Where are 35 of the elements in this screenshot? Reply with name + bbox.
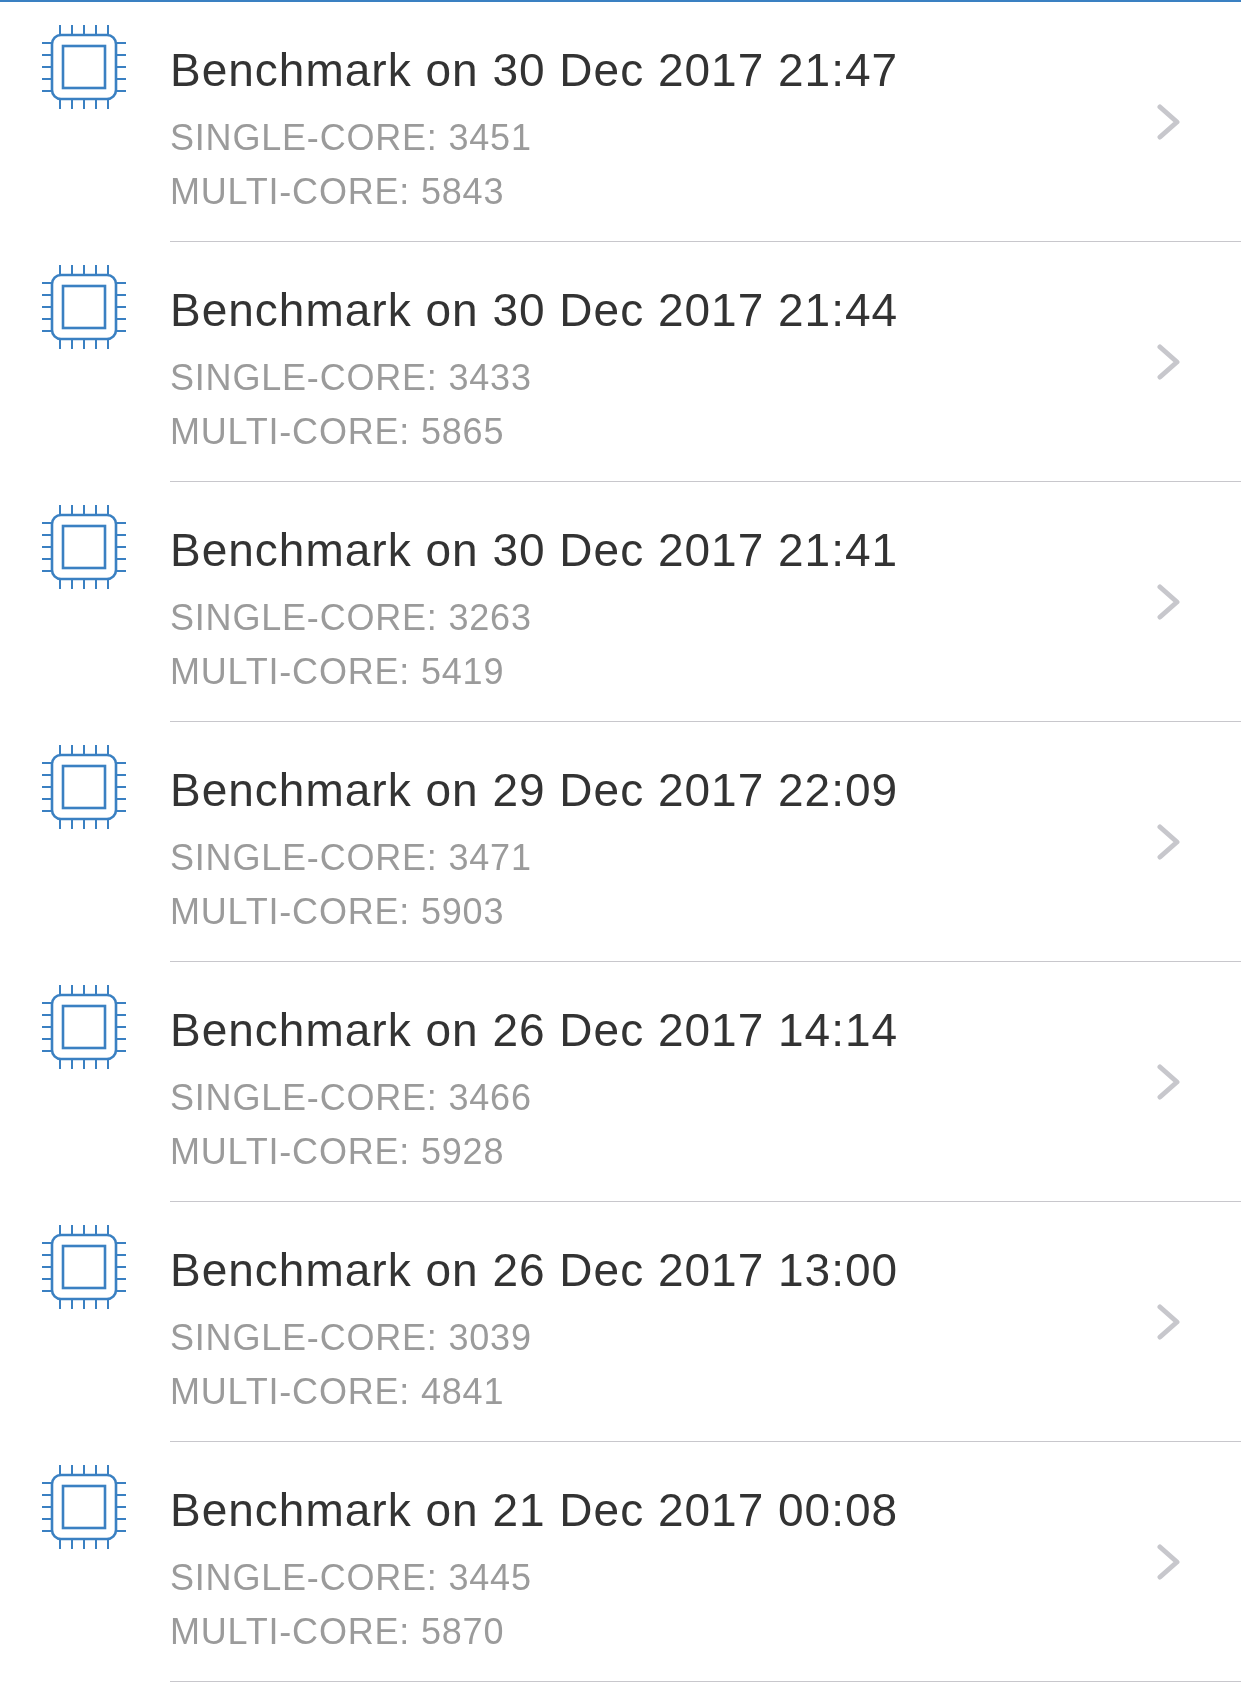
single-core-score: SINGLE-CORE: 3445 (170, 1556, 532, 1600)
chevron-right-icon (1157, 1543, 1181, 1580)
single-core-score: SINGLE-CORE: 3471 (170, 836, 532, 880)
chevron-right-icon (1157, 1303, 1181, 1340)
chevron-right-icon (1157, 823, 1181, 860)
multi-core-score: MULTI-CORE: 5870 (170, 1610, 505, 1654)
single-core-score: SINGLE-CORE: 3433 (170, 356, 532, 400)
single-core-score: SINGLE-CORE: 3263 (170, 596, 532, 640)
cpu-chip-icon (42, 265, 126, 349)
cpu-chip-icon (42, 1225, 126, 1309)
single-core-score: SINGLE-CORE: 3466 (170, 1076, 532, 1120)
benchmark-title: Benchmark on 30 Dec 2017 21:44 (170, 284, 899, 337)
benchmark-title: Benchmark on 29 Dec 2017 22:09 (170, 764, 899, 817)
cpu-chip-icon (42, 1465, 126, 1549)
multi-core-score: MULTI-CORE: 5903 (170, 890, 505, 934)
benchmark-title: Benchmark on 30 Dec 2017 21:47 (170, 44, 899, 97)
cpu-chip-icon (42, 745, 126, 829)
multi-core-score: MULTI-CORE: 5865 (170, 410, 505, 454)
cpu-chip-icon (42, 985, 126, 1069)
multi-core-score: MULTI-CORE: 4841 (170, 1370, 505, 1414)
multi-core-score: MULTI-CORE: 5419 (170, 650, 505, 694)
multi-core-score: MULTI-CORE: 5843 (170, 170, 505, 214)
single-core-score: SINGLE-CORE: 3039 (170, 1316, 532, 1360)
cpu-chip-icon (42, 25, 126, 109)
benchmark-title: Benchmark on 21 Dec 2017 00:08 (170, 1484, 899, 1537)
benchmark-title: Benchmark on 26 Dec 2017 13:00 (170, 1244, 899, 1297)
benchmark-title: Benchmark on 30 Dec 2017 21:41 (170, 524, 899, 577)
chevron-right-icon (1157, 1063, 1181, 1100)
multi-core-score: MULTI-CORE: 5928 (170, 1130, 505, 1174)
single-core-score: SINGLE-CORE: 3451 (170, 116, 532, 160)
benchmark-title: Benchmark on 26 Dec 2017 14:14 (170, 1004, 899, 1057)
chevron-right-icon (1157, 103, 1181, 140)
cpu-chip-icon (42, 505, 126, 589)
chevron-right-icon (1157, 343, 1181, 380)
chevron-right-icon (1157, 583, 1181, 620)
